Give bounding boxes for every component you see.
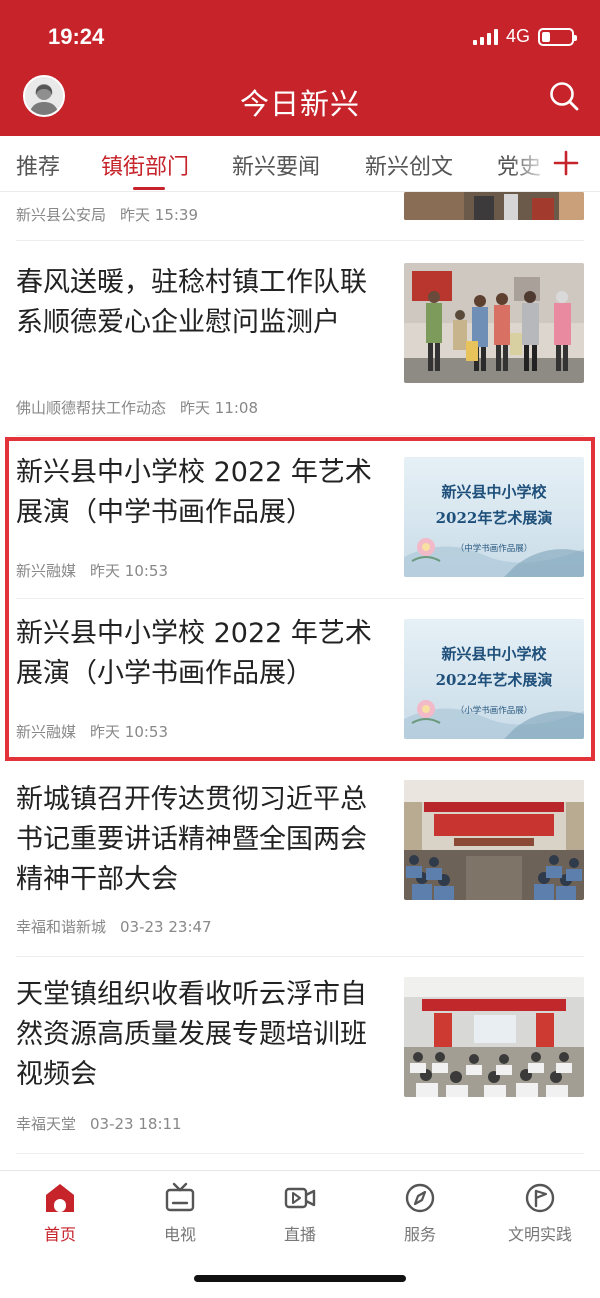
article-title: 新城镇召开传达贯彻习近平总书记重要讲话精神暨全国两会精神干部大会: [16, 784, 367, 895]
status-time: 19:24: [48, 24, 105, 49]
article-thumbnail: [404, 263, 584, 383]
article-source: 新兴县公安局: [16, 206, 107, 224]
active-tab-indicator: [133, 187, 165, 190]
nav-services[interactable]: 服务: [360, 1181, 480, 1245]
article-meta: 新兴县公安局 昨天 15:39: [16, 204, 198, 225]
plus-icon: [553, 150, 579, 176]
nav-label: 服务: [403, 1225, 436, 1244]
article-time: 昨天 15:39: [120, 206, 199, 224]
tab-xinxing-civilization[interactable]: 新兴创文: [365, 149, 453, 181]
signal-icon: [472, 28, 498, 45]
nav-civilization-practice[interactable]: 文明实践: [480, 1181, 600, 1245]
article-title: 天堂镇组织收看收听云浮市自然资源高质量发展专题培训班视频会: [16, 979, 367, 1090]
app-title: 今日新兴: [239, 87, 360, 121]
news-feed: 新兴县公安局 昨天 15:39 春风送暖，驻稔村镇工作队联系顺德爱心企业慰问监测户…: [0, 192, 600, 1170]
news-item[interactable]: 新城镇召开传达贯彻习近平总书记重要讲话精神暨全国两会精神干部大会 幸福和谐新城 0…: [0, 764, 600, 956]
channel-tabs: 推荐 镇街部门 新兴要闻 新兴创文 党史: [0, 136, 600, 192]
news-item-partial[interactable]: 新兴县公安局 昨天 15:39: [0, 192, 600, 240]
article-meta: 佛山顺德帮扶工作动态 昨天 11:08: [16, 397, 258, 418]
news-item[interactable]: 春风送暖，驻稔村镇工作队联系顺德爱心企业慰问监测户 佛山顺德帮扶工作动态 昨天 1…: [0, 242, 600, 435]
home-icon: [46, 1184, 74, 1212]
highlight-frame: [5, 437, 595, 761]
nav-label: 电视: [163, 1225, 196, 1244]
status-indicators: 4G: [472, 26, 577, 47]
article-meta: 幸福和谐新城 03-23 23:47: [16, 916, 212, 937]
article-source: 佛山顺德帮扶工作动态: [16, 399, 167, 417]
article-time: 03-23 23:47: [120, 918, 212, 936]
tab-town-departments[interactable]: 镇街部门: [101, 149, 189, 181]
top-bar: 19:24 4G 今日新兴: [0, 0, 600, 136]
add-channel-button[interactable]: [550, 147, 582, 179]
network-type: 4G: [505, 26, 530, 46]
nav-tv[interactable]: 电视: [120, 1181, 240, 1245]
search-button[interactable]: [548, 80, 580, 112]
article-thumbnail: [404, 192, 584, 220]
article-meta: 幸福天堂 03-23 18:11: [16, 1113, 182, 1134]
article-source: 幸福天堂: [16, 1115, 77, 1133]
flag-icon: [525, 1183, 555, 1213]
tab-recommend[interactable]: 推荐: [16, 149, 60, 181]
battery-icon: [538, 27, 577, 46]
compass-icon: [405, 1183, 435, 1213]
nav-label: 直播: [283, 1225, 316, 1244]
article-time: 03-23 18:11: [90, 1115, 182, 1133]
article-title: 春风送暖，驻稔村镇工作队联系顺德爱心企业慰问监测户: [16, 267, 367, 338]
nav-label: 首页: [43, 1225, 76, 1244]
home-indicator: [194, 1275, 406, 1282]
battery-level: [542, 31, 551, 42]
article-thumbnail: [404, 977, 584, 1097]
tab-xinxing-news[interactable]: 新兴要闻: [232, 149, 320, 181]
live-video-icon: [284, 1187, 316, 1209]
search-icon: [550, 82, 579, 111]
article-time: 昨天 11:08: [180, 399, 259, 417]
nav-label: 文明实践: [507, 1225, 572, 1244]
article-source: 幸福和谐新城: [16, 918, 107, 936]
nav-home[interactable]: 首页: [0, 1181, 120, 1245]
news-item[interactable]: 天堂镇组织收看收听云浮市自然资源高质量发展专题培训班视频会 幸福天堂 03-23 …: [0, 958, 600, 1153]
tv-icon: [165, 1182, 195, 1212]
article-thumbnail: [404, 780, 584, 900]
nav-live[interactable]: 直播: [240, 1181, 360, 1245]
